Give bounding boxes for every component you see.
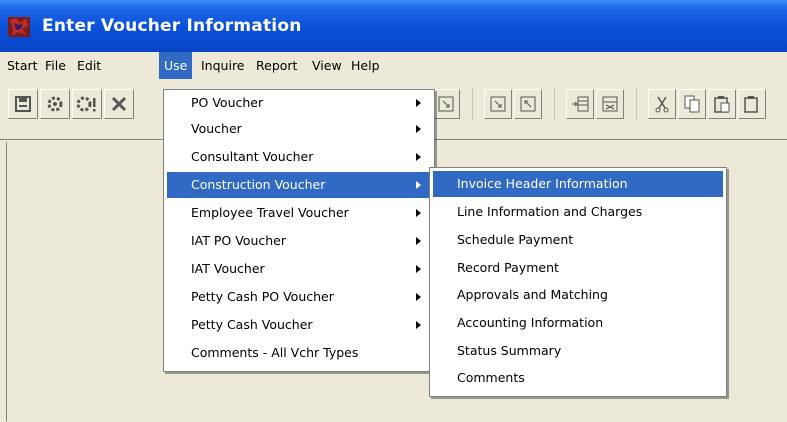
- copy-button[interactable]: [678, 89, 706, 119]
- view-button[interactable]: [432, 89, 460, 119]
- cut-button[interactable]: [648, 89, 676, 119]
- submenu-item-schedule-payment[interactable]: Schedule Payment: [433, 227, 723, 253]
- panel-border: [6, 142, 7, 421]
- menu-item-consultant-voucher[interactable]: Consultant Voucher: [167, 144, 431, 170]
- insert-row-icon: [572, 96, 589, 112]
- submenu-arrow-icon: [416, 125, 421, 133]
- process-all-button[interactable]: [72, 89, 102, 119]
- submenu-arrow-icon: [416, 99, 421, 107]
- copy-icon: [684, 95, 700, 113]
- window-arrow-icon: [438, 96, 454, 112]
- menu-item-petty-cash-voucher[interactable]: Petty Cash Voucher: [167, 312, 431, 338]
- question-icon: [744, 96, 758, 113]
- submenu-item-invoice-header-information[interactable]: Invoice Header Information: [433, 171, 723, 197]
- delete-button[interactable]: [104, 89, 134, 119]
- submenu-arrow-icon: [416, 153, 421, 161]
- save-button[interactable]: [8, 89, 38, 119]
- previous-button[interactable]: [514, 89, 542, 119]
- construction-voucher-submenu: Invoice Header Information Line Informat…: [429, 167, 727, 397]
- menu-item-comments-all-vchr-types[interactable]: Comments - All Vchr Types: [167, 340, 431, 366]
- menu-use[interactable]: Use: [159, 52, 193, 79]
- process-button[interactable]: [40, 89, 70, 119]
- arrow-up-left-icon: [520, 96, 536, 112]
- submenu-arrow-icon: [416, 293, 421, 301]
- special-paste-button[interactable]: [738, 89, 766, 119]
- delete-row-icon: [602, 96, 618, 112]
- toolbar-separator: [472, 87, 473, 121]
- submenu-item-record-payment[interactable]: Record Payment: [433, 255, 723, 281]
- submenu-item-comments[interactable]: Comments: [433, 365, 723, 391]
- submenu-item-status-summary[interactable]: Status Summary: [433, 338, 723, 364]
- menu-help[interactable]: Help: [346, 52, 385, 79]
- menu-item-iat-voucher[interactable]: IAT Voucher: [167, 256, 431, 282]
- paste-icon: [714, 96, 730, 113]
- window-title: Enter Voucher Information: [42, 16, 302, 36]
- menu-item-iat-po-voucher[interactable]: IAT PO Voucher: [167, 228, 431, 254]
- close-icon: [111, 96, 127, 112]
- submenu-item-accounting-information[interactable]: Accounting Information: [433, 310, 723, 336]
- toolbar-separator: [554, 87, 555, 121]
- save-icon: [15, 96, 31, 112]
- menu-bar: Start File Edit Use Inquire Report View …: [0, 52, 787, 79]
- menu-inquire[interactable]: Inquire: [196, 52, 250, 79]
- paste-button[interactable]: [708, 89, 736, 119]
- menu-item-petty-cash-po-voucher[interactable]: Petty Cash PO Voucher: [167, 284, 431, 310]
- submenu-arrow-icon: [416, 181, 421, 189]
- gear-icon: [47, 96, 63, 112]
- gear-alert-icon: [76, 96, 96, 112]
- submenu-arrow-icon: [416, 209, 421, 217]
- app-icon: [8, 17, 30, 37]
- menu-item-po-voucher[interactable]: PO Voucher: [167, 90, 431, 116]
- scissors-icon: [655, 96, 669, 113]
- menu-file[interactable]: File: [40, 52, 71, 79]
- use-menu: PO Voucher Voucher Consultant Voucher Co…: [163, 89, 435, 372]
- submenu-arrow-icon: [416, 237, 421, 245]
- menu-edit[interactable]: Edit: [72, 52, 106, 79]
- submenu-arrow-icon: [416, 321, 421, 329]
- menu-item-voucher[interactable]: Voucher: [167, 116, 431, 142]
- title-bar[interactable]: Enter Voucher Information: [0, 0, 787, 52]
- app-window: Enter Voucher Information Start File Edi…: [0, 0, 787, 422]
- menu-item-employee-travel-voucher[interactable]: Employee Travel Voucher: [167, 200, 431, 226]
- delete-line-button[interactable]: [596, 89, 624, 119]
- menu-view[interactable]: View: [307, 52, 347, 79]
- arrow-down-right-icon: [490, 96, 506, 112]
- menu-item-construction-voucher[interactable]: Construction Voucher: [167, 172, 431, 198]
- next-button[interactable]: [484, 89, 512, 119]
- menu-report[interactable]: Report: [251, 52, 302, 79]
- toolbar-separator: [636, 87, 637, 121]
- submenu-item-line-information-and-charges[interactable]: Line Information and Charges: [433, 199, 723, 225]
- menu-start[interactable]: Start: [2, 52, 43, 79]
- submenu-item-approvals-and-matching[interactable]: Approvals and Matching: [433, 282, 723, 308]
- insert-line-button[interactable]: [566, 89, 594, 119]
- submenu-arrow-icon: [416, 265, 421, 273]
